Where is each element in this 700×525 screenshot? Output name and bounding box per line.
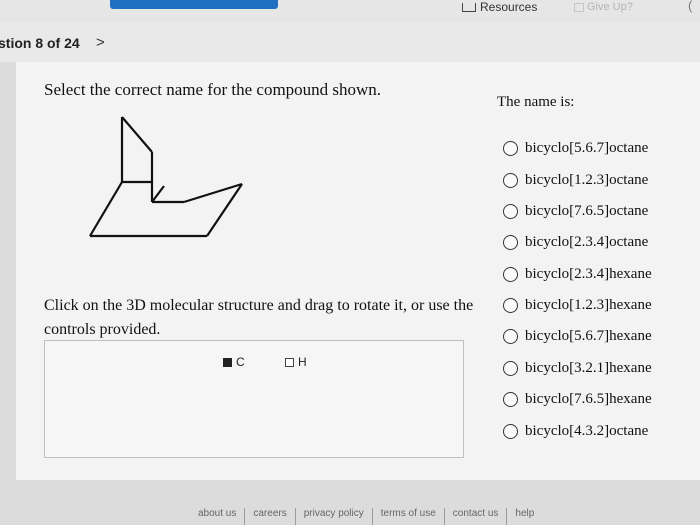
option-9-label: bicyclo[7.6.5]hexane <box>525 391 652 407</box>
viewer-instructions: Click on the 3D molecular structure and … <box>44 297 474 338</box>
footer-link-contact-us[interactable]: contact us <box>443 508 507 525</box>
option-8-radio[interactable] <box>503 361 518 376</box>
option-8[interactable]: bicyclo[3.2.1]hexane <box>503 360 652 377</box>
option-3-radio[interactable] <box>503 204 518 219</box>
3d-viewer[interactable]: C H <box>44 340 464 458</box>
question-counter: stion 8 of 24 <box>0 35 80 51</box>
option-4[interactable]: bicyclo[2.3.4]octane <box>503 234 648 251</box>
question-nav-bar: stion 8 of 24 > <box>0 22 700 62</box>
option-3-label: bicyclo[7.6.5]octane <box>525 203 649 219</box>
footer: about us careers privacy policy terms of… <box>190 498 700 525</box>
option-10-radio[interactable] <box>503 424 518 439</box>
option-5[interactable]: bicyclo[2.3.4]hexane <box>503 266 652 283</box>
option-7-radio[interactable] <box>503 329 518 344</box>
option-5-label: bicyclo[2.3.4]hexane <box>525 266 652 282</box>
option-10-label: bicyclo[4.3.2]octane <box>525 423 649 439</box>
option-10[interactable]: bicyclo[4.3.2]octane <box>503 423 648 440</box>
top-bar: Resources Give Up? ( <box>0 0 700 23</box>
option-9[interactable]: bicyclo[7.6.5]hexane <box>503 391 652 408</box>
edge-glyph: ( <box>688 0 693 13</box>
footer-link-about-us[interactable]: about us <box>190 508 244 525</box>
top-blue-tab[interactable] <box>110 0 278 9</box>
footer-link-privacy-policy[interactable]: privacy policy <box>294 508 372 525</box>
option-7-label: bicyclo[5.6.7]hexane <box>525 328 652 344</box>
option-1[interactable]: bicyclo[5.6.7]octane <box>503 140 648 157</box>
option-4-radio[interactable] <box>503 235 518 250</box>
option-2-radio[interactable] <box>503 173 518 188</box>
option-2-label: bicyclo[1.2.3]octane <box>525 172 649 188</box>
carbon-checkbox[interactable] <box>223 357 232 367</box>
option-6-radio[interactable] <box>503 298 518 313</box>
option-9-radio[interactable] <box>503 392 518 407</box>
question-prompt: Select the correct name for the compound… <box>44 80 382 99</box>
footer-link-terms-of-use[interactable]: terms of use <box>371 508 444 525</box>
carbon-toggle[interactable]: C <box>223 355 245 369</box>
carbon-label: C <box>236 355 245 369</box>
option-3[interactable]: bicyclo[7.6.5]octane <box>503 203 648 220</box>
option-7[interactable]: bicyclo[5.6.7]hexane <box>503 328 652 345</box>
give-up-button[interactable]: Give Up? <box>574 1 633 13</box>
give-up-icon <box>574 2 584 12</box>
option-1-label: bicyclo[5.6.7]octane <box>525 140 649 156</box>
molecule-structure <box>89 116 243 238</box>
resources-icon <box>462 2 476 12</box>
option-8-label: bicyclo[3.2.1]hexane <box>525 360 652 376</box>
resources-button[interactable]: Resources <box>462 0 537 14</box>
resources-label: Resources <box>480 0 538 14</box>
option-5-radio[interactable] <box>503 267 518 282</box>
footer-link-help[interactable]: help <box>506 508 542 525</box>
hydrogen-label: H <box>298 355 307 369</box>
hydrogen-toggle[interactable]: H <box>285 355 307 369</box>
option-2[interactable]: bicyclo[1.2.3]octane <box>503 172 648 189</box>
name-heading: The name is: <box>497 94 575 110</box>
footer-link-careers[interactable]: careers <box>244 508 294 525</box>
option-4-label: bicyclo[2.3.4]octane <box>525 234 649 250</box>
hydrogen-checkbox[interactable] <box>285 357 294 367</box>
option-6-label: bicyclo[1.2.3]hexane <box>525 297 652 313</box>
give-up-label: Give Up? <box>587 1 633 13</box>
option-1-radio[interactable] <box>503 141 518 156</box>
next-question-button[interactable]: > <box>96 34 105 51</box>
option-6[interactable]: bicyclo[1.2.3]hexane <box>503 297 652 314</box>
